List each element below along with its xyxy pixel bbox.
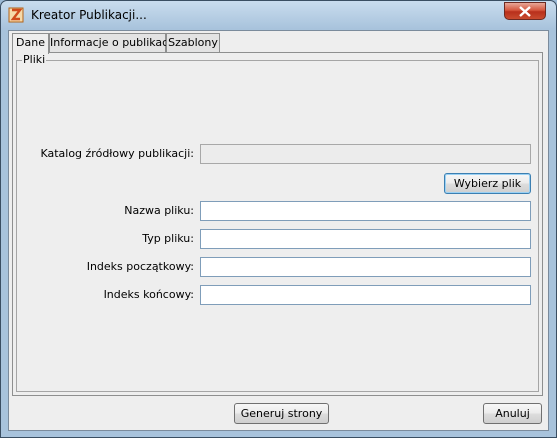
tab-panel-dane: Pliki Katalog źródłowy publikacji: Wybie… xyxy=(12,52,543,396)
end-index-label: Indeks końcowy: xyxy=(103,288,194,301)
tab-label: Szablony xyxy=(168,36,218,49)
dialog-window: Kreator Publikacji... Dane Informacje o … xyxy=(0,0,557,438)
window-title: Kreator Publikacji... xyxy=(31,8,147,22)
group-title: Pliki xyxy=(22,53,47,66)
app-logo-icon xyxy=(8,7,24,23)
file-type-field[interactable] xyxy=(200,229,531,249)
tab-dane[interactable]: Dane xyxy=(12,33,49,54)
source-dir-field xyxy=(200,144,531,164)
close-button[interactable] xyxy=(504,2,546,20)
tab-label: Informacje o publikacji xyxy=(50,36,175,49)
tab-szablony[interactable]: Szablony xyxy=(166,33,220,52)
tab-informacje-o-publikacji[interactable]: Informacje o publikacji xyxy=(49,33,174,52)
source-dir-label: Katalog źródłowy publikacji: xyxy=(40,147,194,160)
end-index-field[interactable] xyxy=(200,285,531,305)
dialog-content: Dane Informacje o publikacji Szablony Pl… xyxy=(8,30,549,431)
close-icon xyxy=(519,6,531,17)
generate-pages-button[interactable]: Generuj strony xyxy=(234,403,329,424)
start-index-label: Indeks początkowy: xyxy=(86,260,194,273)
start-index-field[interactable] xyxy=(200,257,531,277)
title-bar[interactable]: Kreator Publikacji... xyxy=(1,1,556,29)
file-name-label: Nazwa pliku: xyxy=(124,204,194,217)
file-name-field[interactable] xyxy=(200,201,531,221)
file-type-label: Typ pliku: xyxy=(142,232,194,245)
cancel-button[interactable]: Anuluj xyxy=(483,403,542,424)
files-group: Pliki Katalog źródłowy publikacji: Wybie… xyxy=(16,53,539,392)
choose-file-button[interactable]: Wybierz plik xyxy=(444,173,531,194)
tab-label: Dane xyxy=(16,36,45,49)
